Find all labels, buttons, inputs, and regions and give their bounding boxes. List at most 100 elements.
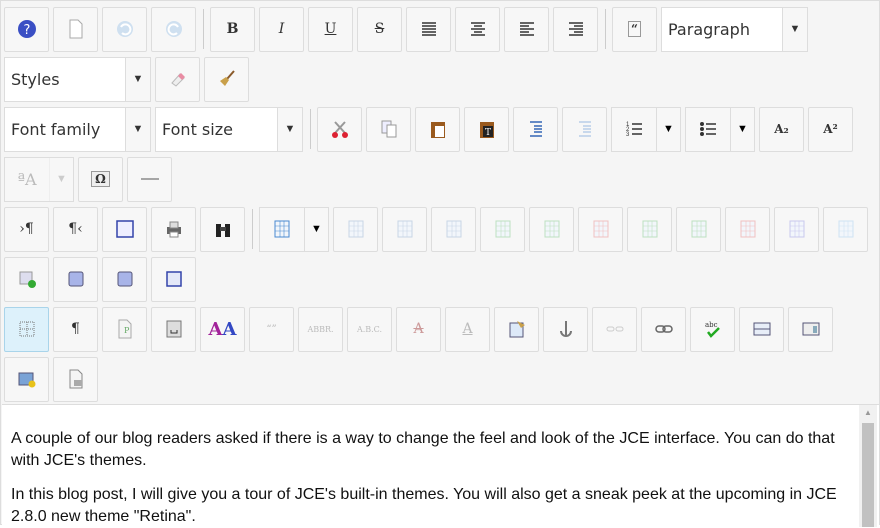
paste-text-button[interactable]: T (464, 106, 509, 152)
link-icon (654, 325, 673, 333)
insert-row-before-icon (495, 220, 510, 238)
styles-select[interactable]: Styles ▼ (4, 56, 151, 102)
redo-button[interactable] (151, 6, 196, 52)
chevron-down-icon[interactable]: ▼ (656, 107, 680, 151)
delete-table-button[interactable] (333, 206, 378, 252)
strikethrough-button[interactable]: S (357, 6, 402, 52)
help-button[interactable]: ? (4, 6, 49, 52)
visual-aid-icon (19, 321, 34, 337)
image-manager-button[interactable] (4, 356, 49, 402)
cleanup-button[interactable] (204, 56, 249, 102)
scroll-up-arrow[interactable]: ▲ (859, 405, 877, 421)
delete-col-icon (740, 220, 755, 238)
insert-col-after-button[interactable] (676, 206, 721, 252)
file-manager-button[interactable] (53, 356, 98, 402)
new-document-button[interactable] (53, 6, 98, 52)
align-center-button[interactable] (455, 6, 500, 52)
align-left-button[interactable] (504, 6, 549, 52)
insert-layer-button[interactable] (4, 256, 49, 302)
search-button[interactable] (200, 206, 245, 252)
attributes-button[interactable] (494, 306, 539, 352)
insert-row-before-button[interactable] (480, 206, 525, 252)
new-document-icon (69, 19, 82, 39)
chevron-down-icon[interactable]: ▼ (782, 7, 807, 51)
outdent-button[interactable] (562, 106, 607, 152)
chevron-down-icon[interactable]: ▼ (125, 57, 150, 101)
non-breaking-button[interactable]: P (102, 306, 147, 352)
delete-row-button[interactable] (578, 206, 623, 252)
row-properties-button[interactable] (382, 206, 427, 252)
italic-button[interactable]: I (259, 6, 304, 52)
superscript-button[interactable]: A² (808, 106, 853, 152)
abbr-button[interactable]: ABBR. (298, 306, 343, 352)
special-char-button[interactable]: Ω (78, 156, 123, 202)
copy-button[interactable] (366, 106, 411, 152)
ins-button[interactable]: A (445, 306, 490, 352)
link-button[interactable] (641, 306, 686, 352)
acronym-button[interactable]: A.B.C. (347, 306, 392, 352)
font-family-select[interactable]: Font family ▼ (4, 106, 151, 152)
undo-button[interactable] (102, 6, 147, 52)
bold-button[interactable]: B (210, 6, 255, 52)
table-button[interactable]: ▼ (259, 206, 329, 252)
numbered-list-button[interactable]: 1 2 3 ▼ (611, 106, 681, 152)
indent-button[interactable] (513, 106, 558, 152)
chevron-down-icon[interactable]: ▼ (730, 107, 754, 151)
page-break-button[interactable] (151, 306, 196, 352)
spellchecker-button[interactable]: abc (690, 306, 735, 352)
jce-editor: ? B I U S “ Paragraph ▼ Styles ▼ Font fami… (0, 0, 880, 527)
font-color-button[interactable]: ªA ▼ (4, 156, 74, 202)
split-cells-button[interactable] (774, 206, 819, 252)
del-button[interactable]: A (396, 306, 441, 352)
absolute-position-button[interactable] (151, 256, 196, 302)
cite-button[interactable]: “” (249, 306, 294, 352)
eraser-icon (170, 73, 185, 87)
visual-chars-button[interactable]: ¶ (53, 306, 98, 352)
chevron-down-icon[interactable]: ▼ (125, 107, 150, 151)
insert-col-before-button[interactable] (627, 206, 672, 252)
format-select[interactable]: Paragraph ▼ (661, 6, 808, 52)
scrollbar[interactable]: ▲ (859, 405, 877, 527)
underline-button[interactable]: U (308, 6, 353, 52)
bullet-list-button[interactable]: ▼ (685, 106, 755, 152)
chevron-down-icon[interactable]: ▼ (304, 207, 328, 251)
move-forward-button[interactable] (53, 256, 98, 302)
align-left-icon (519, 22, 534, 36)
insert-row-after-button[interactable] (529, 206, 574, 252)
svg-text:abc: abc (705, 321, 718, 329)
rtl-button[interactable]: ¶‹ (53, 206, 98, 252)
layout-button[interactable] (788, 306, 833, 352)
subscript-button[interactable]: A₂ (759, 106, 804, 152)
chevron-down-icon[interactable]: ▼ (277, 107, 302, 151)
paste-button[interactable] (415, 106, 460, 152)
align-right-icon (568, 22, 583, 36)
scrollbar-thumb[interactable] (862, 423, 874, 527)
blockquote-button[interactable]: “ (612, 6, 657, 52)
align-right-button[interactable] (553, 6, 598, 52)
article-button[interactable] (739, 306, 784, 352)
unlink-button[interactable] (592, 306, 637, 352)
remove-format-button[interactable] (155, 56, 200, 102)
horizontal-rule-button[interactable] (127, 156, 172, 202)
move-forward-icon (68, 271, 83, 287)
cell-properties-button[interactable] (431, 206, 476, 252)
delete-col-button[interactable] (725, 206, 770, 252)
anchor-button[interactable] (543, 306, 588, 352)
justify-full-button[interactable] (406, 6, 451, 52)
print-button[interactable] (151, 206, 196, 252)
cut-button[interactable] (317, 106, 362, 152)
chevron-down-icon[interactable]: ▼ (49, 157, 73, 201)
style-props-button[interactable]: AA (200, 306, 245, 352)
paste-text-icon: T (479, 122, 494, 138)
font-size-select[interactable]: Font size ▼ (155, 106, 303, 152)
move-backward-button[interactable] (102, 256, 147, 302)
visual-aid-button[interactable] (4, 306, 49, 352)
ins-icon: A (462, 321, 473, 337)
fullscreen-button[interactable] (102, 206, 147, 252)
editor-content[interactable]: A couple of our blog readers asked if th… (2, 404, 879, 527)
attributes-icon (509, 321, 525, 338)
svg-text:T: T (484, 128, 490, 138)
page-break-icon (166, 320, 181, 338)
merge-cells-button[interactable] (823, 206, 868, 252)
ltr-button[interactable]: ›¶ (4, 206, 49, 252)
